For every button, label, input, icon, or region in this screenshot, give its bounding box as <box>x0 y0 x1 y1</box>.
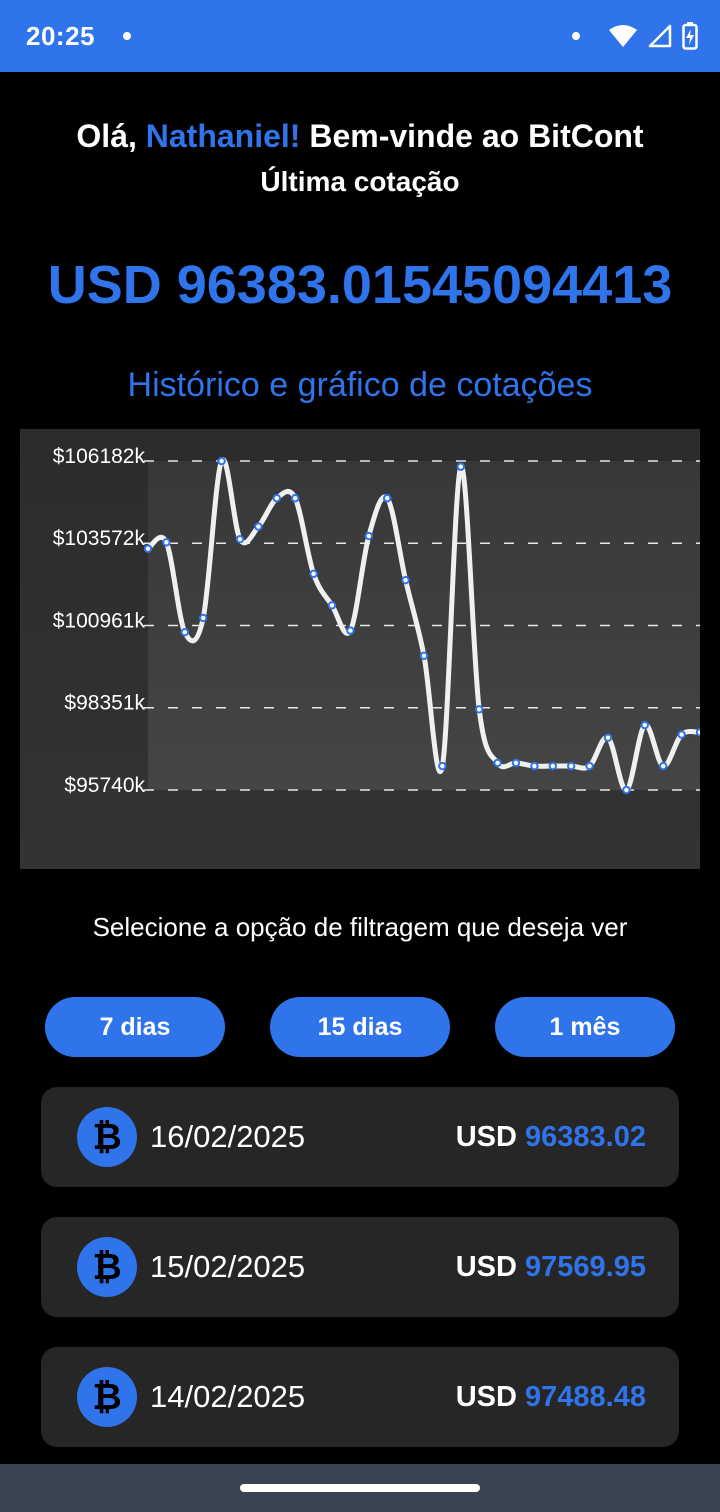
filter-15-days-button[interactable]: 15 dias <box>270 997 450 1057</box>
greeting: Olá, Nathaniel! Bem-vinde ao BitCont <box>0 118 720 155</box>
greeting-suffix: Bem-vinde ao BitCont <box>300 118 644 154</box>
bitcoin-icon: ₿ <box>77 1367 137 1427</box>
data-point <box>180 627 190 637</box>
history-title: Histórico e gráfico de cotações <box>127 366 593 404</box>
quote-item[interactable]: ₿ 15/02/2025 USD 97569.95 <box>41 1217 679 1317</box>
latest-quote-subtitle: Última cotação <box>260 166 460 197</box>
quote-date: 15/02/2025 <box>150 1249 306 1284</box>
data-point <box>162 538 171 547</box>
data-point <box>419 651 429 660</box>
user-name: Nathaniel! <box>145 118 301 154</box>
data-point <box>622 785 631 795</box>
greeting-prefix: Olá, <box>76 118 146 154</box>
data-point <box>346 626 355 635</box>
data-point <box>659 761 668 771</box>
data-point <box>493 758 502 768</box>
data-point <box>695 728 700 737</box>
data-point <box>235 535 245 544</box>
signal-icon <box>648 24 672 48</box>
status-icons <box>572 0 698 72</box>
data-point <box>327 601 337 610</box>
data-point <box>548 761 557 771</box>
data-point <box>199 613 208 623</box>
filter-label: Selecione a opção de filtragem que desej… <box>92 912 628 942</box>
quote-value: USD 96383.02 <box>456 1121 646 1154</box>
bitcoin-icon: ₿ <box>77 1237 137 1297</box>
data-point <box>475 705 484 714</box>
quote-currency: USD <box>455 1121 517 1153</box>
data-point <box>143 544 153 553</box>
y-tick-label: $95740k <box>64 774 145 797</box>
data-point <box>383 494 392 503</box>
battery-charging-icon <box>682 22 698 50</box>
bitcoin-icon: ₿ <box>77 1107 137 1167</box>
wifi-icon <box>609 25 637 47</box>
data-point <box>254 522 263 531</box>
price-chart-svg: $106182k $103572k $100961k $98351k $95740k <box>53 445 700 797</box>
quote-amount: 96383.02 <box>525 1121 646 1153</box>
quote-date: 16/02/2025 <box>150 1119 306 1154</box>
data-point <box>272 494 281 503</box>
data-point <box>511 758 521 768</box>
price-chart: $106182k $103572k $100961k $98351k $95740k <box>20 429 700 869</box>
data-point <box>291 494 300 503</box>
data-point <box>585 761 594 771</box>
y-tick-label: $106182k <box>53 445 146 468</box>
quote-value: USD 97569.95 <box>456 1251 646 1284</box>
quote-currency: USD <box>455 1381 517 1413</box>
data-point <box>364 531 373 541</box>
quote-item[interactable]: ₿ 16/02/2025 USD 96383.02 <box>41 1087 679 1187</box>
data-point <box>456 462 465 471</box>
quote-amount: 97569.95 <box>525 1251 646 1283</box>
data-point <box>309 569 318 579</box>
home-gesture-handle[interactable] <box>240 1484 480 1492</box>
data-point <box>567 761 576 771</box>
navigation-bar <box>0 1464 720 1512</box>
latest-price: USD 96383.01545094413 <box>47 255 673 315</box>
quote-item[interactable]: ₿ 14/02/2025 USD 97488.48 <box>41 1347 679 1447</box>
filter-1-month-button[interactable]: 1 mês <box>495 997 675 1057</box>
quote-amount: 97488.48 <box>525 1381 646 1413</box>
notification-dot-icon <box>123 32 131 40</box>
quote-date: 14/02/2025 <box>150 1379 306 1414</box>
plot-area <box>148 461 700 790</box>
data-point <box>677 730 686 739</box>
data-point <box>438 761 447 771</box>
data-point <box>603 733 613 742</box>
y-tick-label: $98351k <box>64 692 145 715</box>
data-point <box>640 720 649 730</box>
data-point <box>217 456 226 466</box>
status-bar: 20:25 <box>0 0 720 72</box>
y-tick-label: $103572k <box>53 527 146 550</box>
data-point <box>401 575 410 585</box>
filter-7-days-button[interactable]: 7 dias <box>45 997 225 1057</box>
data-point <box>530 761 539 771</box>
quote-value: USD 97488.48 <box>456 1381 646 1414</box>
status-time: 20:25 <box>26 20 95 51</box>
status-dot-icon <box>572 32 580 40</box>
quote-currency: USD <box>455 1251 517 1283</box>
y-tick-label: $100961k <box>53 610 146 633</box>
